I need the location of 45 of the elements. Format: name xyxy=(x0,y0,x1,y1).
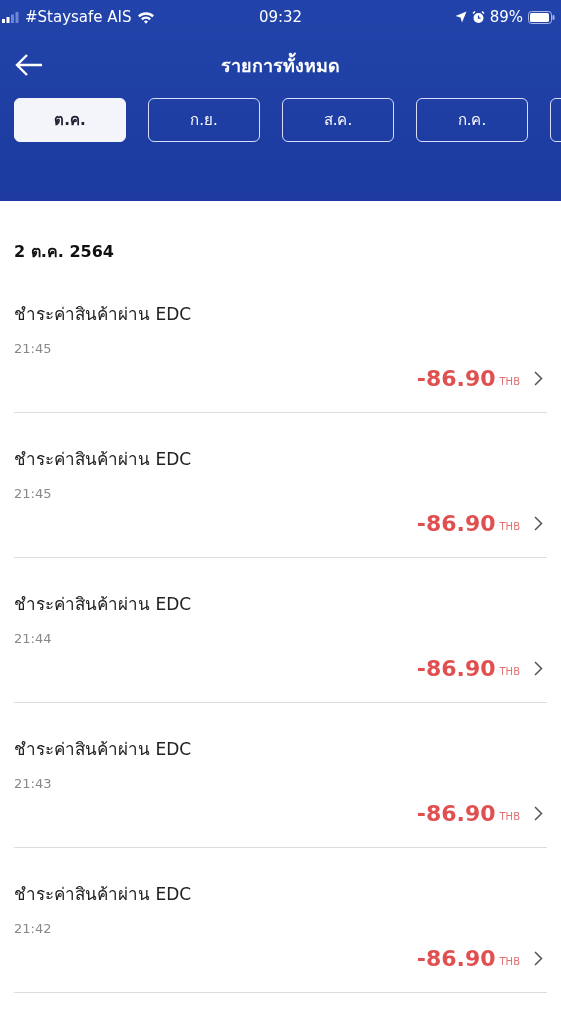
transaction-title: ชำระค่าสินค้าผ่าน EDC xyxy=(14,593,193,616)
currency-label: THB xyxy=(499,375,520,387)
currency-label: THB xyxy=(499,955,520,967)
transaction-title: ชำระค่าสินค้าผ่าน EDC xyxy=(14,303,193,326)
status-time: 09:32 xyxy=(258,8,303,26)
transaction-item[interactable]: ชำระค่าสินค้าผ่าน EDC 21:43 -86.90 THB xyxy=(14,703,547,848)
alarm-clock-icon xyxy=(471,10,485,24)
transaction-title: ชำระค่าสินค้าผ่าน EDC xyxy=(14,738,193,761)
chevron-right-icon xyxy=(534,806,543,821)
transaction-time: 21:44 xyxy=(14,631,53,646)
currency-label: THB xyxy=(499,810,520,822)
battery-percent: 89% xyxy=(489,8,523,26)
transaction-time: 21:45 xyxy=(14,486,53,501)
month-tab[interactable]: ส.ค. xyxy=(282,98,394,142)
transaction-amount: -86.90 xyxy=(416,946,496,971)
transaction-amount: -86.90 xyxy=(416,511,496,536)
transaction-item[interactable]: ชำระค่าสินค้าผ่าน EDC 21:42 -86.90 THB xyxy=(14,848,547,993)
transaction-title: ชำระค่าสินค้าผ่าน EDC xyxy=(14,883,193,906)
chevron-right-icon xyxy=(534,516,543,531)
date-heading: 2 ต.ค. 2564 xyxy=(14,241,115,263)
transaction-item[interactable]: ชำระค่าสินค้าผ่าน EDC 21:44 -86.90 THB xyxy=(14,558,547,703)
transaction-time: 21:43 xyxy=(14,776,53,791)
transaction-item[interactable]: ชำระค่าสินค้าผ่าน EDC 21:45 -86.90 THB xyxy=(14,264,547,413)
chevron-right-icon xyxy=(534,371,543,386)
chevron-right-icon xyxy=(534,661,543,676)
carrier-name: #Staysafe AIS xyxy=(25,8,132,26)
wifi-icon xyxy=(136,10,155,24)
transaction-amount: -86.90 xyxy=(416,366,496,391)
currency-label: THB xyxy=(499,665,520,677)
transaction-item[interactable]: ชำระค่าสินค้าผ่าน EDC 21:45 -86.90 THB xyxy=(14,413,547,558)
transaction-amount: -86.90 xyxy=(416,801,496,826)
transaction-title: ชำระค่าสินค้าผ่าน EDC xyxy=(14,448,193,471)
month-tab[interactable]: ต.ค. xyxy=(14,98,126,142)
transaction-time: 21:42 xyxy=(14,921,53,936)
month-tab[interactable]: ก.ค. xyxy=(416,98,528,142)
month-tab[interactable]: ก.ย. xyxy=(148,98,260,142)
signal-icon xyxy=(2,11,20,23)
currency-label: THB xyxy=(499,520,520,532)
transaction-time: 21:45 xyxy=(14,341,53,356)
transaction-amount: -86.90 xyxy=(416,656,496,681)
battery-icon xyxy=(528,10,555,24)
location-arrow-icon xyxy=(454,11,467,23)
back-arrow-icon xyxy=(14,53,44,77)
chevron-right-icon xyxy=(534,951,543,966)
page-title: รายการทั้งหมด xyxy=(221,51,340,78)
